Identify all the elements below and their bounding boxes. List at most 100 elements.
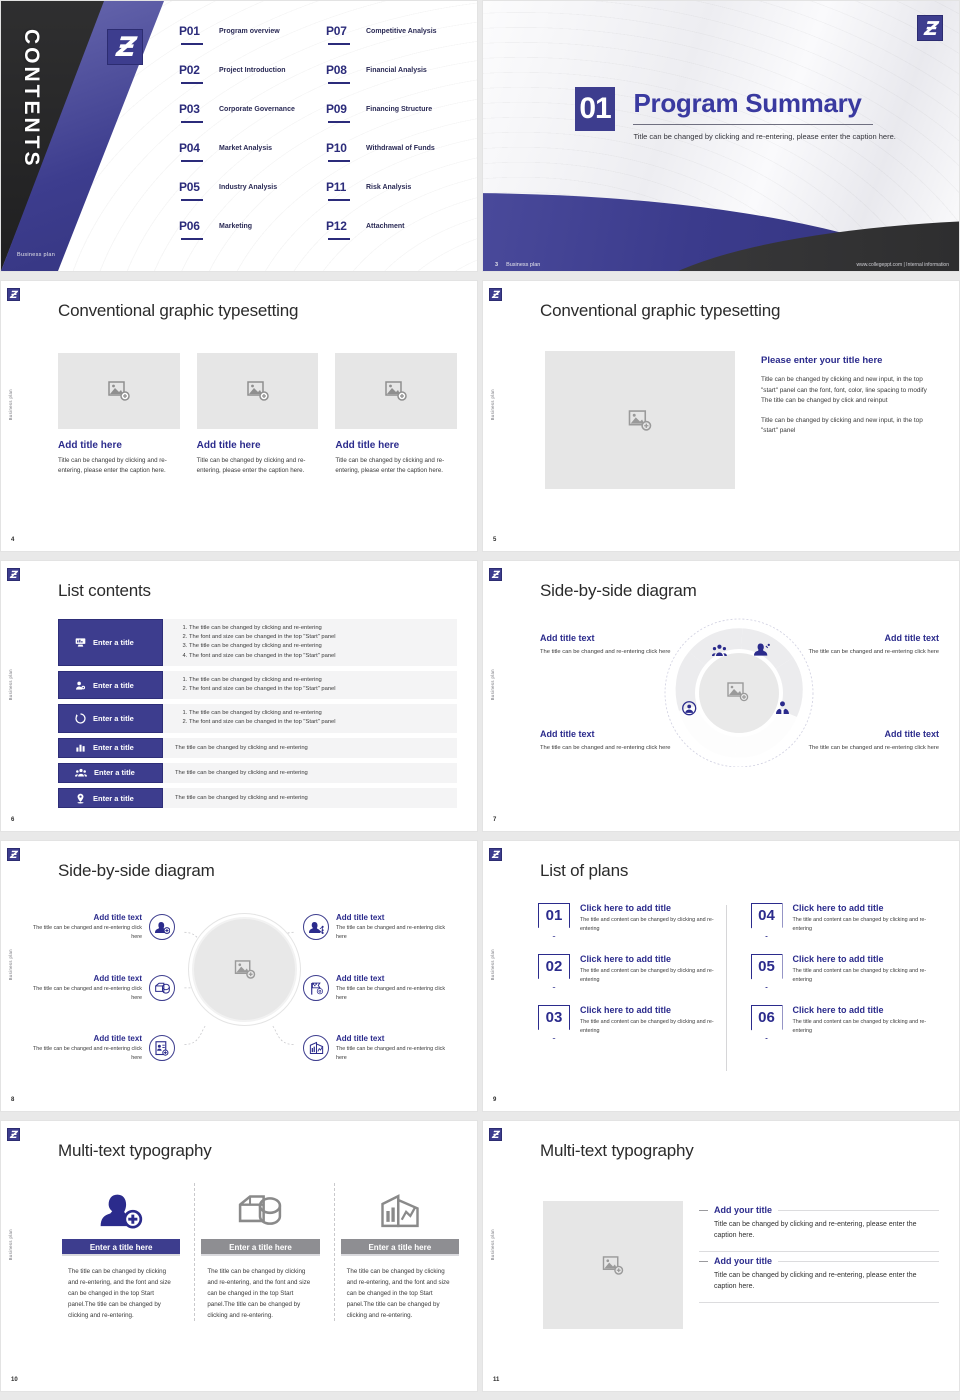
user-network-icon [303,914,329,941]
package-box-icon [149,975,175,1002]
content-card[interactable]: Add title here Title can be changed by c… [58,353,180,476]
toc-entry[interactable]: P12 Attachment [326,218,469,257]
typography-column[interactable]: Enter a title here The title can be chan… [56,1183,181,1321]
column-title-bar[interactable]: Enter a title here [62,1239,181,1256]
text-block[interactable]: Add your title Title can be changed by c… [699,1201,939,1252]
logo-square: Ƶ [917,15,943,41]
toc-entry[interactable]: P04 Market Analysis [179,140,322,179]
list-item[interactable]: Enter a title The title can be changed b… [58,762,457,784]
list-tab[interactable]: Enter a title [58,619,163,666]
spoke-item-right-1[interactable]: Add title text The title can be changed … [303,913,451,941]
list-item[interactable]: Enter a title The title can be changed b… [58,619,457,666]
toc-entry[interactable]: P09 Financing Structure [326,101,469,140]
toc-entry[interactable]: P05 Industry Analysis [179,179,322,218]
list-item[interactable]: Enter a title The title can be changed b… [58,737,457,758]
brand-logo: Ƶ [7,848,20,866]
text-block[interactable]: Add your title Title can be changed by c… [699,1252,939,1303]
list-tab[interactable]: Enter a title [58,788,163,809]
bar-chart-icon [76,744,85,752]
toc-label: Attachment [366,223,405,230]
toc-underline [328,43,350,45]
donut-label-bottom-right[interactable]: Add title text The title can be changed … [801,729,939,754]
toc-number: P06 [179,219,200,233]
slide-multi-text-three[interactable]: Ƶ Business plan 10 Multi-text typography… [0,1120,478,1392]
image-placeholder[interactable] [335,353,458,429]
image-placeholder[interactable] [543,1201,683,1329]
plan-item[interactable]: 02 Click here to add title The title and… [538,954,731,988]
spoke-item-left-1[interactable]: Add title text The title can be changed … [27,913,175,941]
slide-list-of-plans[interactable]: Ƶ Business plan 9 List of plans 01 Click… [482,840,960,1112]
toc-number: P09 [326,102,347,116]
plan-item[interactable]: 03 Click here to add title The title and… [538,1005,731,1039]
list-body: The title can be changed by clicking and… [163,670,457,700]
spoke-item-left-2[interactable]: Add title text The title can be changed … [27,974,175,1002]
toc-entry[interactable]: P08 Financial Analysis [326,62,469,101]
brand-logo: Ƶ [489,288,502,306]
slide-graphic-one[interactable]: Ƶ Business plan 5 Conventional graphic t… [482,280,960,552]
donut-label-top-right[interactable]: Add title text The title can be changed … [801,633,939,658]
typography-column[interactable]: Enter a title here The title can be chan… [194,1183,320,1321]
logo-square: Ƶ [489,848,502,861]
toc-entry[interactable]: P07 Competitive Analysis [326,23,469,62]
list-point: The font and size can be changed in the … [189,633,449,642]
donut-label-top-left[interactable]: Add title text The title can be changed … [540,633,678,658]
content-card[interactable]: Add title here Title can be changed by c… [335,353,458,476]
slide-list-contents[interactable]: Ƶ Business plan 6 List contents Enter a … [0,560,478,832]
slide-side-by-side-donut[interactable]: Ƶ Business plan 7 Side-by-side diagram A… [482,560,960,832]
side-label: Business plan [8,669,13,701]
label-body: The title can be changed and re-entering… [808,649,939,655]
toc-entry[interactable]: P06 Marketing [179,218,322,257]
list-tab[interactable]: Enter a title [58,762,163,784]
toc-label: Withdrawal of Funds [366,145,435,152]
list-tab[interactable]: Enter a title [58,704,163,733]
content-card[interactable]: Add title here Title can be changed by c… [196,353,319,476]
column-title-bar[interactable]: Enter a title here [201,1239,320,1256]
column-body: The title can be changed by clicking and… [346,1268,450,1319]
spoke-body: The title can be changed and re-entering… [32,1046,142,1061]
spoke-body: The title can be changed and re-entering… [336,1046,446,1061]
typography-column[interactable]: Enter a title here The title can be chan… [333,1183,459,1321]
spoke-item-right-2[interactable]: Add title text The title can be changed … [303,974,451,1002]
toc-underline [181,238,203,240]
column-title-bar[interactable]: Enter a title here [340,1239,459,1256]
slide-graphic-three[interactable]: Ƶ Business plan 4 Conventional graphic t… [0,280,478,552]
plan-item[interactable]: 06 Click here to add title The title and… [750,1005,944,1039]
spoke-item-left-3[interactable]: Add title text The title can be changed … [27,1034,175,1062]
toc-entry[interactable]: P11 Risk Analysis [326,179,469,218]
spoke-item-right-3[interactable]: Add title text The title can be changed … [303,1034,451,1062]
plan-text: Click here to add title The title and co… [580,1005,731,1039]
donut-label-bottom-left[interactable]: Add title text The title can be changed … [540,729,678,754]
toc-entry[interactable]: P10 Withdrawal of Funds [326,140,469,179]
plan-item[interactable]: 04 Click here to add title The title and… [750,903,944,937]
plan-item[interactable]: 01 Click here to add title The title and… [538,903,731,937]
image-placeholder[interactable] [58,353,180,429]
image-placeholder[interactable] [196,353,319,429]
page-title: Side-by-side diagram [540,581,697,600]
plan-number-badge: 03 [538,1005,570,1039]
toc-number: P04 [179,141,200,155]
slide-contents[interactable]: CONTENTS Business plan Ƶ P01 Program ove… [0,0,478,272]
card-body: Title can be changed by clicking and re-… [335,457,445,474]
donut-diagram[interactable] [660,609,818,768]
plan-item[interactable]: 05 Click here to add title The title and… [750,954,944,988]
image-placeholder[interactable] [545,351,735,489]
list-point: The title can be changed by clicking and… [189,642,449,651]
plan-text: Click here to add title The title and co… [580,903,731,937]
list-item[interactable]: Enter a title The title can be changed b… [58,788,457,809]
logo-zz-glyph: Ƶ [9,570,18,581]
section-heading: Please enter your title here [761,355,883,366]
slide-program-summary[interactable]: Ƶ 01 Program Summary Title can be change… [482,0,960,272]
list-item[interactable]: Enter a title The title can be changed b… [58,704,457,733]
toc-entry[interactable]: P03 Corporate Governance [179,101,322,140]
slide-multi-text-image[interactable]: Ƶ Business plan 11 Multi-text typography… [482,1120,960,1392]
toc-entry[interactable]: P01 Program overview [179,23,322,62]
toc-number: P10 [326,141,347,155]
list-tab[interactable]: Enter a title [58,670,163,700]
building-chart-icon [341,1183,459,1239]
center-image-placeholder[interactable] [192,917,297,1022]
list-tab[interactable]: Enter a title [58,737,163,758]
list-item[interactable]: Enter a title The title can be changed b… [58,670,457,700]
slide-side-by-side-six[interactable]: Ƶ Business plan 8 Side-by-side diagram A… [0,840,478,1112]
toc-entry[interactable]: P02 Project Introduction [179,62,322,101]
toc-number: P08 [326,63,347,77]
